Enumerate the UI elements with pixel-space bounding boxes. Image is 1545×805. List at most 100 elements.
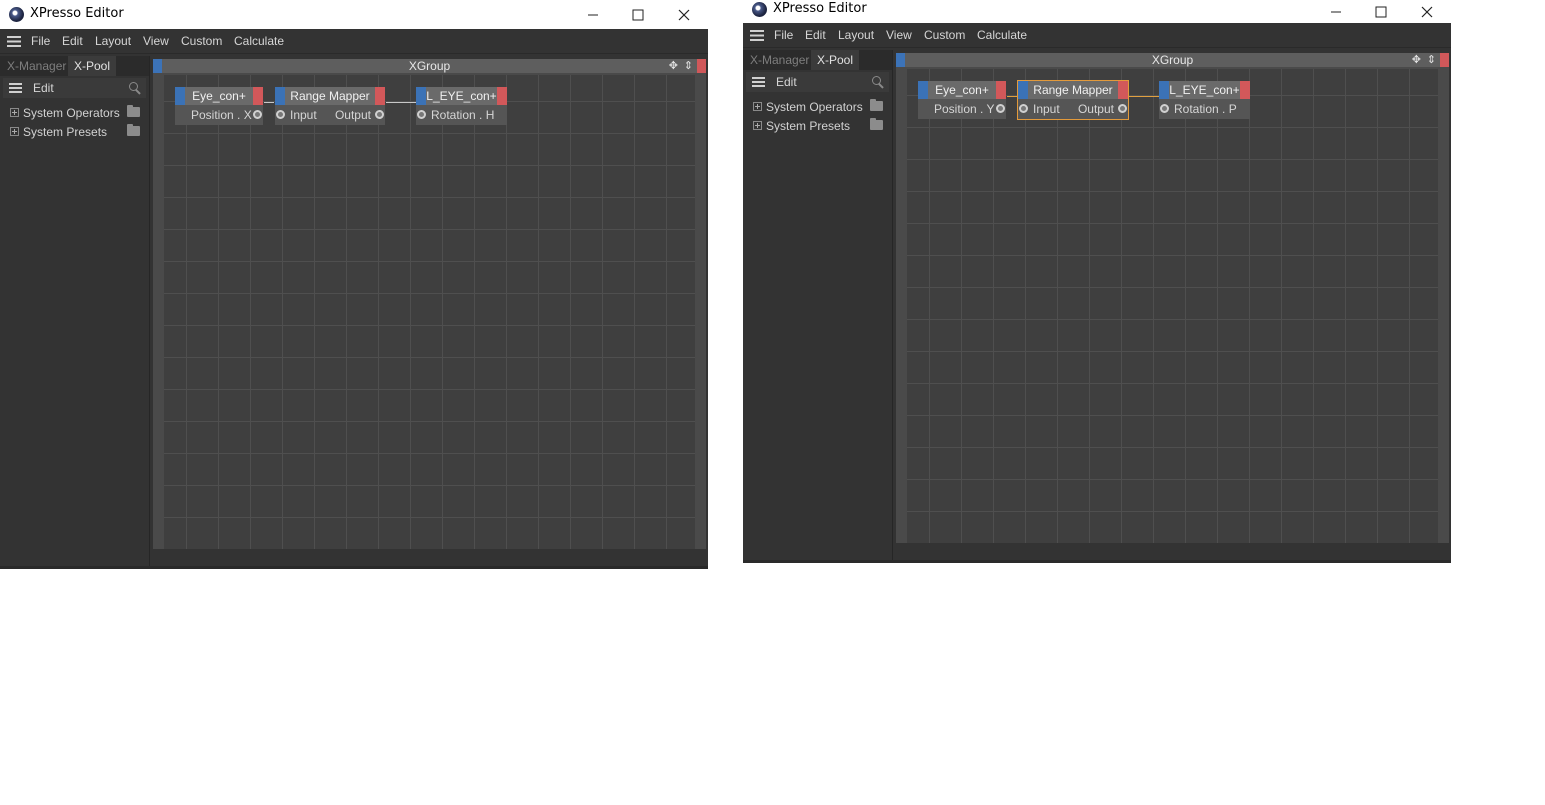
xgroup-header[interactable]: XGroup ✥ ⇕ — [896, 53, 1449, 67]
xgroup-output-tab[interactable] — [697, 59, 706, 73]
title-bar[interactable]: XPresso Editor — [743, 0, 1451, 23]
node-header[interactable]: L_EYE_con+ — [1159, 81, 1250, 99]
tab-x-manager[interactable]: X-Manager — [744, 50, 815, 70]
menu-custom[interactable]: Custom — [181, 34, 222, 48]
menu-edit[interactable]: Edit — [62, 34, 83, 48]
node-input-tab[interactable] — [1159, 81, 1169, 99]
minimize-button[interactable] — [1314, 0, 1358, 23]
node-header[interactable]: Range Mapper — [275, 87, 385, 105]
tab-x-pool[interactable]: X-Pool — [811, 50, 860, 70]
port-label: Position . Y — [934, 102, 995, 116]
xgroup-output-tab[interactable] — [1440, 53, 1449, 67]
input-port[interactable] — [1019, 104, 1028, 113]
menu-custom[interactable]: Custom — [924, 28, 965, 42]
tree-item-system-presets[interactable]: System Presets — [10, 124, 140, 141]
node-l-eye-con[interactable]: L_EYE_con+ Rotation . P — [1159, 81, 1250, 119]
output-port[interactable] — [996, 104, 1005, 113]
node-eye-con[interactable]: Eye_con+ Position . Y — [918, 81, 1006, 119]
minimize-button[interactable] — [571, 0, 615, 29]
resize-icon[interactable]: ⇕ — [684, 59, 693, 73]
node-range-mapper[interactable]: Range Mapper Input Output — [275, 87, 385, 125]
hamburger-menu-icon[interactable] — [750, 30, 764, 41]
input-port[interactable] — [1160, 104, 1169, 113]
panel-edit-menu[interactable]: Edit — [33, 81, 54, 95]
node-input-tab[interactable] — [918, 81, 928, 99]
node-output-tab[interactable] — [1118, 81, 1128, 99]
search-icon[interactable] — [128, 81, 142, 95]
menu-edit[interactable]: Edit — [805, 28, 826, 42]
node-header[interactable]: Eye_con+ — [175, 87, 263, 105]
pan-icon[interactable]: ✥ — [669, 59, 678, 73]
menu-layout[interactable]: Layout — [838, 28, 874, 42]
menu-file[interactable]: File — [31, 34, 50, 48]
expand-icon[interactable] — [753, 121, 762, 130]
menu-view[interactable]: View — [886, 28, 912, 42]
menu-calculate[interactable]: Calculate — [234, 34, 284, 48]
node-header[interactable]: Eye_con+ — [918, 81, 1006, 99]
node-range-mapper[interactable]: Range Mapper Input Output — [1017, 80, 1129, 120]
folder-icon — [127, 105, 140, 117]
node-title: Range Mapper — [290, 89, 370, 103]
panel-toolbar: Edit — [3, 78, 146, 98]
node-input-tab[interactable] — [275, 87, 285, 105]
tree-item-label: System Presets — [766, 119, 851, 133]
node-output-tab[interactable] — [1240, 81, 1250, 99]
tree-item-system-operators[interactable]: System Operators — [10, 105, 140, 122]
tab-x-pool[interactable]: X-Pool — [68, 56, 117, 76]
menu-calculate[interactable]: Calculate — [977, 28, 1027, 42]
node-output-tab[interactable] — [253, 87, 263, 105]
maximize-button[interactable] — [1359, 0, 1403, 23]
node-canvas[interactable]: Eye_con+ Position . Y Range Mapper Input… — [907, 69, 1438, 543]
tree-item-label: System Presets — [23, 125, 108, 139]
close-icon — [678, 9, 690, 20]
menu-view[interactable]: View — [143, 34, 169, 48]
expand-icon[interactable] — [753, 102, 762, 111]
pan-icon[interactable]: ✥ — [1412, 53, 1421, 67]
menu-layout[interactable]: Layout — [95, 34, 131, 48]
search-icon[interactable] — [871, 75, 885, 89]
wire — [1007, 96, 1017, 97]
panel-hamburger-icon[interactable] — [9, 83, 22, 93]
menu-file[interactable]: File — [774, 28, 793, 42]
maximize-button[interactable] — [616, 0, 660, 29]
xgroup-title: XGroup — [1151, 53, 1194, 67]
resize-icon[interactable]: ⇕ — [1427, 53, 1436, 67]
node-eye-con[interactable]: Eye_con+ Position . X — [175, 87, 263, 125]
output-port[interactable] — [253, 110, 262, 119]
close-button[interactable] — [1405, 0, 1449, 23]
node-title: L_EYE_con+ — [426, 89, 497, 103]
xpresso-editor-window-1: XPresso Editor File Edit Layout View Cus… — [0, 0, 708, 569]
xpresso-editor-window-2: XPresso Editor File Edit Layout View Cus… — [743, 0, 1451, 563]
expand-icon[interactable] — [10, 108, 19, 117]
tree-item-system-presets[interactable]: System Presets — [753, 118, 883, 135]
expand-icon[interactable] — [10, 127, 19, 136]
panel-edit-menu[interactable]: Edit — [776, 75, 797, 89]
node-output-tab[interactable] — [375, 87, 385, 105]
input-port[interactable] — [276, 110, 285, 119]
hamburger-menu-icon[interactable] — [7, 36, 21, 47]
wire — [1129, 96, 1159, 97]
close-button[interactable] — [662, 0, 706, 29]
node-l-eye-con[interactable]: L_EYE_con+ Rotation . H — [416, 87, 507, 125]
node-header[interactable]: Range Mapper — [1018, 81, 1128, 99]
title-bar[interactable]: XPresso Editor — [0, 0, 708, 29]
tree-item-system-operators[interactable]: System Operators — [753, 99, 883, 116]
node-input-tab[interactable] — [175, 87, 185, 105]
port-label: Input — [290, 108, 317, 122]
panel-hamburger-icon[interactable] — [752, 77, 765, 87]
node-input-tab[interactable] — [416, 87, 426, 105]
input-port[interactable] — [417, 110, 426, 119]
wire — [386, 102, 416, 103]
node-output-tab[interactable] — [497, 87, 507, 105]
status-bar — [0, 566, 708, 569]
node-output-tab[interactable] — [996, 81, 1006, 99]
node-header[interactable]: L_EYE_con+ — [416, 87, 507, 105]
output-port[interactable] — [375, 110, 384, 119]
node-input-tab[interactable] — [1018, 81, 1028, 99]
port-label: Rotation . H — [431, 108, 495, 122]
xgroup-header[interactable]: XGroup ✥ ⇕ — [153, 59, 706, 73]
wire — [264, 102, 274, 103]
output-port[interactable] — [1118, 104, 1127, 113]
tab-x-manager[interactable]: X-Manager — [1, 56, 72, 76]
node-canvas[interactable]: Eye_con+ Position . X Range Mapper Input… — [164, 75, 695, 549]
